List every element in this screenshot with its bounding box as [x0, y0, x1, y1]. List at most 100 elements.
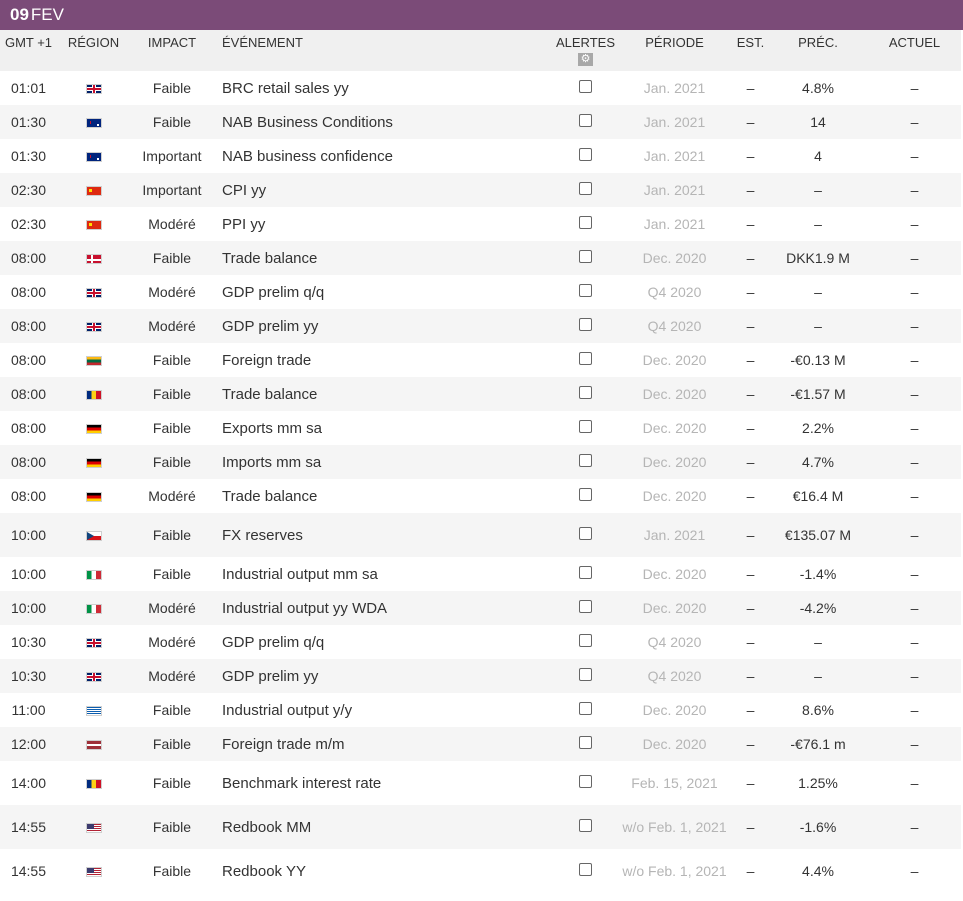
event-name-link[interactable]: Foreign trade m/m [214, 736, 345, 753]
event-period: Jan. 2021 [643, 216, 706, 232]
event-name-link[interactable]: Trade balance [214, 386, 317, 403]
event-actual: – [910, 863, 919, 879]
event-impact: Modéré [130, 659, 214, 693]
event-period: Q4 2020 [647, 284, 702, 300]
event-name-link[interactable]: Redbook MM [214, 819, 311, 836]
event-actual: – [868, 727, 961, 761]
alert-checkbox[interactable] [579, 488, 592, 501]
event-impact: Faible [130, 377, 214, 411]
alert-checkbox[interactable] [579, 216, 592, 229]
event-actual: – [868, 591, 961, 625]
alert-checkbox[interactable] [579, 668, 592, 681]
event-previous: €16.4 M [792, 487, 844, 504]
event-alert [555, 377, 616, 411]
event-name-link[interactable]: CPI yy [214, 182, 266, 199]
header-event-label: ÉVÉNEMENT [222, 35, 303, 50]
event-name-link[interactable]: GDP prelim yy [214, 668, 318, 685]
event-alert [555, 693, 616, 727]
event-name: FX reserves [214, 513, 555, 557]
event-name-link[interactable]: PPI yy [214, 216, 265, 233]
event-actual: – [910, 148, 919, 164]
event-alert [555, 343, 616, 377]
event-estimate: – [733, 105, 768, 139]
alert-checkbox[interactable] [579, 863, 592, 876]
event-name: Imports mm sa [214, 445, 555, 479]
event-previous: – [768, 173, 868, 207]
alert-checkbox[interactable] [579, 250, 592, 263]
date-header: 09 FEV [0, 0, 963, 30]
header-actual: ACTUEL [868, 30, 961, 71]
event-actual: – [910, 420, 919, 436]
alert-checkbox[interactable] [579, 702, 592, 715]
event-region [57, 343, 130, 377]
alert-checkbox[interactable] [579, 352, 592, 365]
flag-lt-icon [85, 356, 102, 367]
event-previous: – [814, 215, 822, 232]
event-region [57, 445, 130, 479]
table-row: 01:30 Faible NAB Business Conditions Jan. 2… [0, 105, 961, 139]
event-name-link[interactable]: Industrial output yy WDA [214, 600, 387, 617]
event-name-link[interactable]: NAB Business Conditions [214, 114, 393, 131]
alert-checkbox[interactable] [579, 80, 592, 93]
event-name: Redbook YY [214, 849, 555, 893]
alert-checkbox[interactable] [579, 527, 592, 540]
event-impact: Faible [152, 863, 192, 879]
event-name-link[interactable]: Trade balance [214, 488, 317, 505]
event-impact: Faible [152, 80, 192, 96]
event-name-link[interactable]: FX reserves [214, 527, 303, 544]
alert-checkbox[interactable] [579, 318, 592, 331]
event-alert [555, 761, 616, 805]
event-name-link[interactable]: NAB business confidence [214, 148, 393, 165]
event-name-link[interactable]: GDP prelim yy [214, 318, 318, 335]
event-impact: Important [142, 148, 202, 164]
event-alert [555, 625, 616, 659]
event-period: Jan. 2021 [616, 173, 733, 207]
event-name-link[interactable]: Benchmark interest rate [214, 775, 381, 792]
event-actual: – [868, 309, 961, 343]
flag-lv-icon [85, 740, 102, 751]
header-region: RÉGION [57, 30, 130, 71]
event-estimate: – [733, 241, 768, 275]
event-estimate: – [733, 173, 768, 207]
event-name-link[interactable]: Redbook YY [214, 863, 306, 880]
event-name-link[interactable]: GDP prelim q/q [214, 284, 324, 301]
alert-checkbox[interactable] [579, 386, 592, 399]
alert-checkbox[interactable] [579, 182, 592, 195]
event-impact: Faible [130, 445, 214, 479]
alert-checkbox[interactable] [579, 819, 592, 832]
event-previous: 4 [814, 147, 822, 164]
table-row: 10:00 Faible Industrial output mm sa Dec. 2… [0, 557, 961, 591]
alert-checkbox[interactable] [579, 148, 592, 161]
gear-icon[interactable]: ⚙ [578, 53, 593, 66]
alert-checkbox[interactable] [579, 420, 592, 433]
event-actual: – [868, 105, 961, 139]
event-region [57, 275, 130, 309]
event-name-link[interactable]: Industrial output y/y [214, 702, 352, 719]
event-name-link[interactable]: Foreign trade [214, 352, 311, 369]
event-actual: – [868, 377, 961, 411]
event-region [57, 659, 130, 693]
alert-checkbox[interactable] [579, 775, 592, 788]
alert-checkbox[interactable] [579, 114, 592, 127]
event-name-link[interactable]: BRC retail sales yy [214, 80, 349, 97]
alert-checkbox[interactable] [579, 566, 592, 579]
alert-checkbox[interactable] [579, 600, 592, 613]
event-time: 08:00 [10, 284, 47, 300]
alert-checkbox[interactable] [579, 736, 592, 749]
alert-checkbox[interactable] [579, 284, 592, 297]
alert-checkbox[interactable] [579, 634, 592, 647]
event-name-link[interactable]: GDP prelim q/q [214, 634, 324, 651]
table-row: 08:00 Faible Trade balance Dec. 2020– DKK1.9… [0, 241, 961, 275]
event-actual: – [910, 80, 919, 96]
event-name-link[interactable]: Imports mm sa [214, 454, 321, 471]
event-name: Exports mm sa [214, 411, 555, 445]
event-actual: – [910, 775, 919, 791]
event-name-link[interactable]: Industrial output mm sa [214, 566, 378, 583]
event-name-link[interactable]: Trade balance [214, 250, 317, 267]
event-time: 10:30 [0, 659, 57, 693]
flag-it-icon [85, 570, 102, 581]
event-period: Dec. 2020 [616, 241, 733, 275]
alert-checkbox[interactable] [579, 454, 592, 467]
event-name: Industrial output yy WDA [214, 591, 555, 625]
event-name-link[interactable]: Exports mm sa [214, 420, 322, 437]
